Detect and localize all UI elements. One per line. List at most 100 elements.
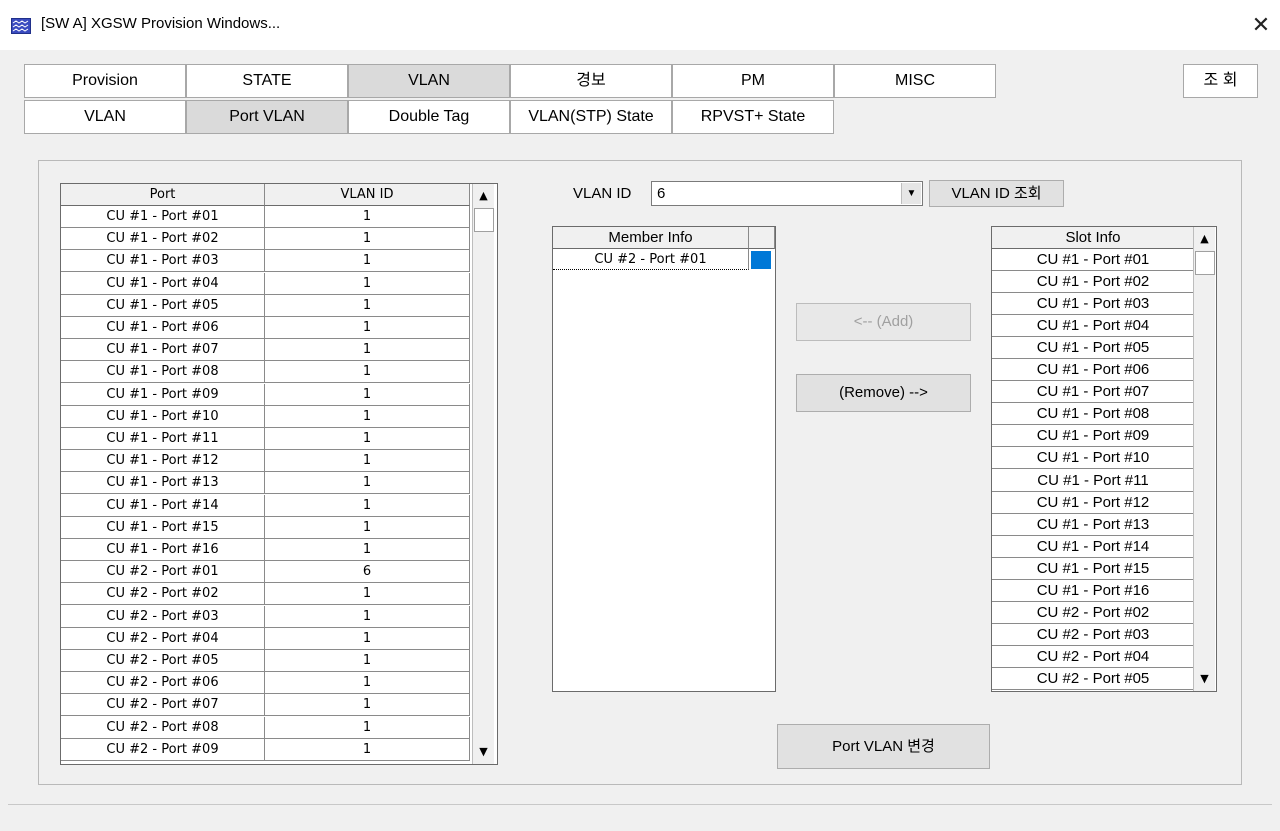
member-info-table[interactable]: Member Info CU #2 - Port #01 bbox=[552, 226, 776, 692]
table-row[interactable]: CU #1 - Port #14 1 bbox=[61, 494, 470, 517]
scroll-thumb[interactable] bbox=[474, 208, 494, 232]
column-header-port[interactable]: Port bbox=[61, 184, 265, 206]
port-cell[interactable]: CU #2 - Port #08 bbox=[61, 716, 265, 739]
port-cell[interactable]: CU #2 - Port #06 bbox=[61, 672, 265, 695]
vlan-id-cell[interactable]: 1 bbox=[265, 317, 470, 339]
port-cell[interactable]: CU #2 - Port #01 bbox=[61, 561, 265, 584]
port-cell[interactable]: CU #1 - Port #09 bbox=[61, 383, 265, 406]
table-row[interactable]: CU #2 - Port #04 1 bbox=[61, 627, 470, 650]
list-item[interactable]: CU #1 - Port #06 bbox=[992, 359, 1195, 382]
vlan-id-cell[interactable]: 1 bbox=[265, 361, 470, 384]
vlan-id-cell[interactable]: 1 bbox=[265, 339, 470, 362]
list-item[interactable]: CU #1 - Port #05 bbox=[992, 337, 1195, 360]
list-item[interactable]: CU #2 - Port #03 bbox=[992, 623, 1195, 646]
dropdown-arrow-icon[interactable]: ▼ bbox=[901, 183, 921, 204]
vlan-id-cell[interactable]: 1 bbox=[265, 472, 470, 495]
table-row[interactable]: CU #2 - Port #07 1 bbox=[61, 694, 470, 717]
table-row[interactable]: CU #1 - Port #02 1 bbox=[61, 228, 470, 251]
vlan-id-cell[interactable]: 1 bbox=[265, 228, 470, 251]
table-row[interactable]: CU #1 - Port #04 1 bbox=[61, 272, 470, 295]
port-cell[interactable]: CU #1 - Port #13 bbox=[61, 472, 265, 495]
port-cell[interactable]: CU #1 - Port #10 bbox=[61, 405, 265, 428]
table-row[interactable]: CU #2 - Port #05 1 bbox=[61, 650, 470, 672]
vlan-id-cell[interactable]: 1 bbox=[265, 716, 470, 739]
port-cell[interactable]: CU #1 - Port #08 bbox=[61, 361, 265, 384]
subtab-port-vlan[interactable]: Port VLAN bbox=[186, 100, 348, 134]
vlan-id-cell[interactable]: 6 bbox=[265, 561, 470, 584]
vlan-id-cell[interactable]: 1 bbox=[265, 294, 470, 317]
list-item[interactable]: CU #1 - Port #01 bbox=[992, 249, 1195, 271]
table-row[interactable]: CU #1 - Port #11 1 bbox=[61, 428, 470, 450]
port-cell[interactable]: CU #1 - Port #02 bbox=[61, 228, 265, 251]
slot-info-header[interactable]: Slot Info bbox=[992, 227, 1195, 249]
port-cell[interactable]: CU #1 - Port #01 bbox=[61, 206, 265, 228]
tab-vlan[interactable]: VLAN bbox=[348, 64, 510, 98]
subtab-vlan[interactable]: VLAN bbox=[24, 100, 186, 134]
port-cell[interactable]: CU #2 - Port #04 bbox=[61, 627, 265, 650]
list-item[interactable]: CU #1 - Port #15 bbox=[992, 557, 1195, 580]
port-cell[interactable]: CU #1 - Port #06 bbox=[61, 317, 265, 339]
port-cell[interactable]: CU #2 - Port #09 bbox=[61, 738, 265, 761]
table-row[interactable]: CU #1 - Port #15 1 bbox=[61, 516, 470, 539]
port-cell[interactable]: CU #1 - Port #04 bbox=[61, 272, 265, 295]
port-cell[interactable]: CU #1 - Port #11 bbox=[61, 428, 265, 450]
vlan-id-select[interactable]: 6 ▼ bbox=[651, 181, 923, 206]
port-cell[interactable]: CU #1 - Port #14 bbox=[61, 494, 265, 517]
list-item[interactable]: CU #1 - Port #09 bbox=[992, 425, 1195, 448]
list-item[interactable]: CU #1 - Port #04 bbox=[992, 315, 1195, 338]
vlan-id-cell[interactable]: 1 bbox=[265, 694, 470, 717]
vlan-id-cell[interactable]: 1 bbox=[265, 405, 470, 428]
list-item[interactable]: CU #1 - Port #16 bbox=[992, 579, 1195, 602]
vlan-id-cell[interactable]: 1 bbox=[265, 494, 470, 517]
table-row[interactable]: CU #2 - Port #06 1 bbox=[61, 672, 470, 695]
list-item[interactable]: CU #1 - Port #07 bbox=[992, 381, 1195, 404]
subtab-vlan-stp-state[interactable]: VLAN(STP) State bbox=[510, 100, 672, 134]
scroll-up-icon[interactable]: ▲ bbox=[1195, 228, 1214, 249]
port-cell[interactable]: CU #1 - Port #07 bbox=[61, 339, 265, 362]
list-item[interactable]: CU #1 - Port #11 bbox=[992, 469, 1195, 492]
port-cell[interactable]: CU #2 - Port #07 bbox=[61, 694, 265, 717]
vlan-id-cell[interactable]: 1 bbox=[265, 272, 470, 295]
tab-state[interactable]: STATE bbox=[186, 64, 348, 98]
vlan-id-cell[interactable]: 1 bbox=[265, 250, 470, 273]
port-cell[interactable]: CU #1 - Port #05 bbox=[61, 294, 265, 317]
list-item[interactable]: CU #1 - Port #03 bbox=[992, 293, 1195, 316]
vlan-id-cell[interactable]: 1 bbox=[265, 516, 470, 539]
close-icon[interactable]: ✕ bbox=[1246, 10, 1276, 40]
vlan-id-cell[interactable]: 1 bbox=[265, 539, 470, 561]
port-cell[interactable]: CU #2 - Port #02 bbox=[61, 583, 265, 606]
table-row[interactable]: CU #1 - Port #12 1 bbox=[61, 450, 470, 473]
vlan-id-cell[interactable]: 1 bbox=[265, 605, 470, 628]
tab-provision[interactable]: Provision bbox=[24, 64, 186, 98]
table-row[interactable]: CU #1 - Port #13 1 bbox=[61, 472, 470, 495]
table-row[interactable]: CU #1 - Port #05 1 bbox=[61, 294, 470, 317]
port-vlan-change-button[interactable]: Port VLAN 변경 bbox=[777, 724, 990, 769]
vlan-id-cell[interactable]: 1 bbox=[265, 450, 470, 473]
list-item[interactable]: CU #2 - Port #04 bbox=[992, 645, 1195, 668]
list-item[interactable]: CU #2 - Port #02 bbox=[992, 601, 1195, 624]
vlan-id-cell[interactable]: 1 bbox=[265, 627, 470, 650]
tab-alarm[interactable]: 경보 bbox=[510, 64, 672, 98]
slot-info-scrollbar[interactable]: ▲ ▼ bbox=[1193, 227, 1215, 691]
list-item[interactable]: CU #1 - Port #12 bbox=[992, 491, 1195, 514]
table-row[interactable]: CU #1 - Port #08 1 bbox=[61, 361, 470, 384]
scroll-thumb[interactable] bbox=[1195, 251, 1215, 275]
table-row[interactable]: CU #1 - Port #06 1 bbox=[61, 317, 470, 339]
slot-info-table[interactable]: Slot Info CU #1 - Port #01 CU #1 - Port #… bbox=[991, 226, 1217, 692]
table-row[interactable]: CU #2 - Port #03 1 bbox=[61, 605, 470, 628]
subtab-double-tag[interactable]: Double Tag bbox=[348, 100, 510, 134]
query-button[interactable]: 조 회 bbox=[1183, 64, 1258, 98]
table-row[interactable]: CU #1 - Port #09 1 bbox=[61, 383, 470, 406]
port-cell[interactable]: CU #1 - Port #03 bbox=[61, 250, 265, 273]
table-row[interactable]: CU #1 - Port #03 1 bbox=[61, 250, 470, 273]
table-row[interactable]: CU #2 - Port #09 1 bbox=[61, 738, 470, 761]
tab-misc[interactable]: MISC bbox=[834, 64, 996, 98]
table-row[interactable]: CU #2 - Port #08 1 bbox=[61, 716, 470, 739]
port-vlan-table[interactable]: Port VLAN ID CU #1 - Port #01 1 CU #1 - Po… bbox=[60, 183, 498, 765]
vlan-id-cell[interactable]: 1 bbox=[265, 738, 470, 761]
vlan-id-cell[interactable]: 1 bbox=[265, 650, 470, 672]
table-row[interactable]: CU #2 - Port #02 1 bbox=[61, 583, 470, 606]
remove-button[interactable]: (Remove) --> bbox=[796, 374, 971, 412]
vlan-id-cell[interactable]: 1 bbox=[265, 672, 470, 695]
vlan-id-lookup-button[interactable]: VLAN ID 조회 bbox=[929, 180, 1064, 207]
